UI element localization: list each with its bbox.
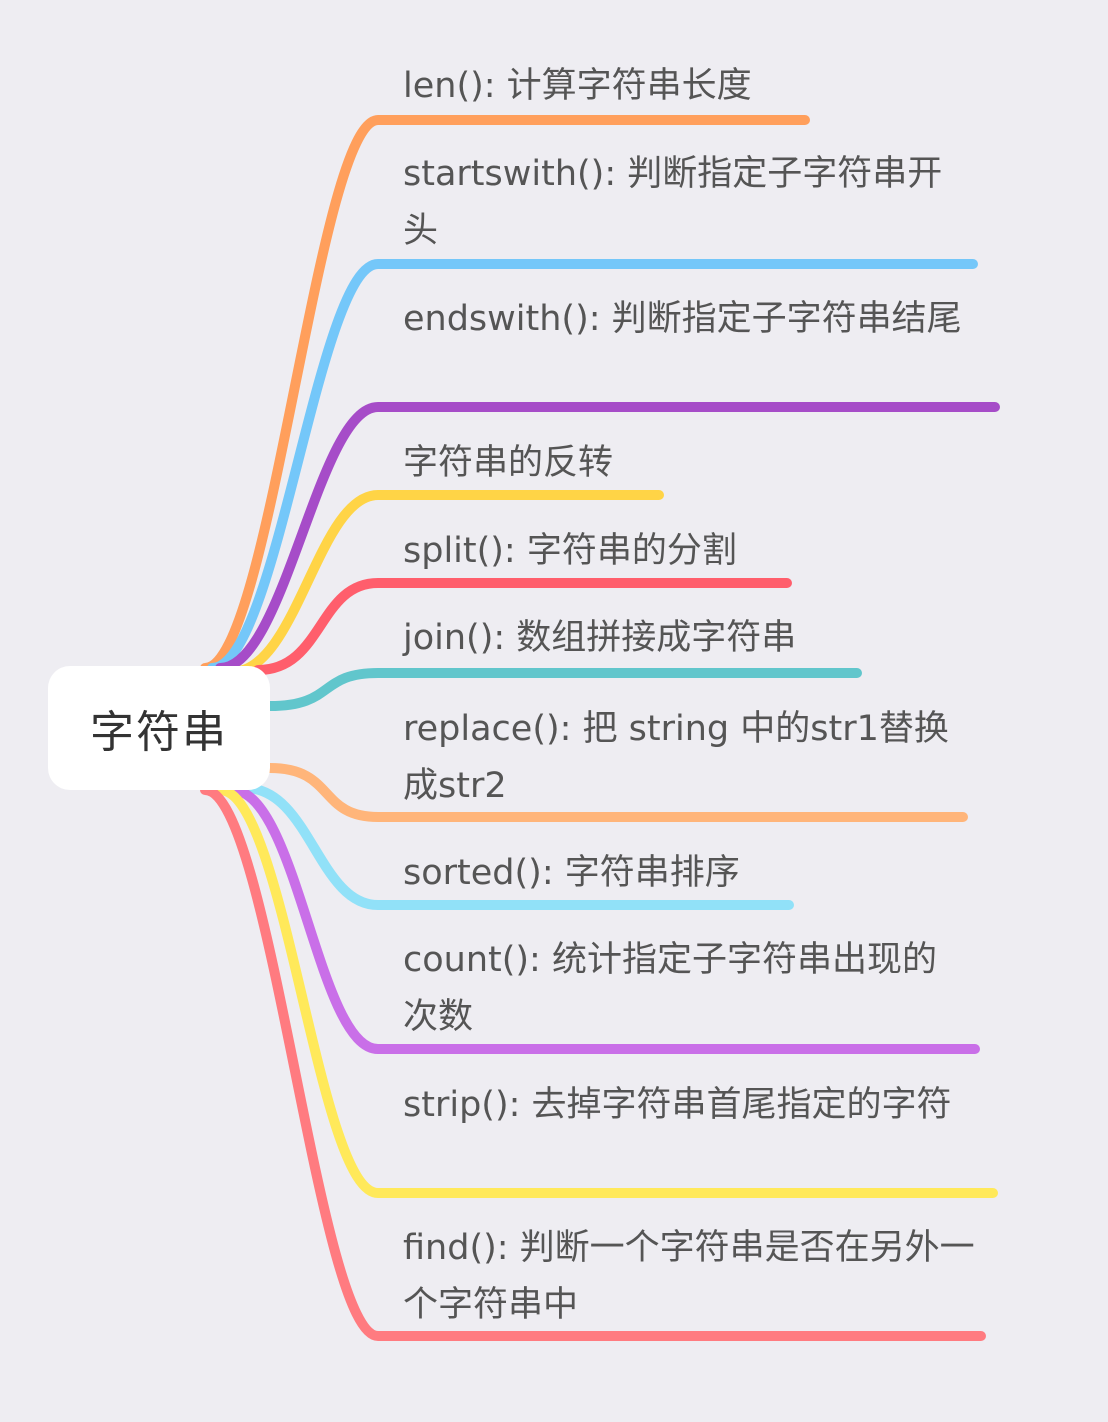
branch-label-sorted[interactable]: sorted(): 字符串排序 <box>403 845 803 902</box>
branch-label-strip[interactable]: strip(): 去掉字符串首尾指定的字符 <box>403 1077 993 1134</box>
branch-label-count[interactable]: count(): 统计指定子字符串出现的次数 <box>403 932 968 1046</box>
mind-map: 字符串 len(): 计算字符串长度 startswith(): 判断指定子字符… <box>0 0 1108 1422</box>
root-node[interactable]: 字符串 <box>48 666 270 790</box>
branch-label-join[interactable]: join(): 数组拼接成字符串 <box>403 610 858 667</box>
branch-label-find[interactable]: find(): 判断一个字符串是否在另外一个字符串中 <box>403 1220 978 1334</box>
branch-label-reverse[interactable]: 字符串的反转 <box>403 435 803 492</box>
root-node-label: 字符串 <box>90 707 228 758</box>
branch-label-startswith[interactable]: startswith(): 判断指定子字符串开头 <box>403 146 973 260</box>
branch-label-len[interactable]: len(): 计算字符串长度 <box>403 58 803 115</box>
branch-label-split[interactable]: split(): 字符串的分割 <box>403 523 803 580</box>
branch-label-endswith[interactable]: endswith(): 判断指定子字符串结尾 <box>403 291 995 348</box>
branch-label-replace[interactable]: replace(): 把 string 中的str1替换成str2 <box>403 701 963 815</box>
